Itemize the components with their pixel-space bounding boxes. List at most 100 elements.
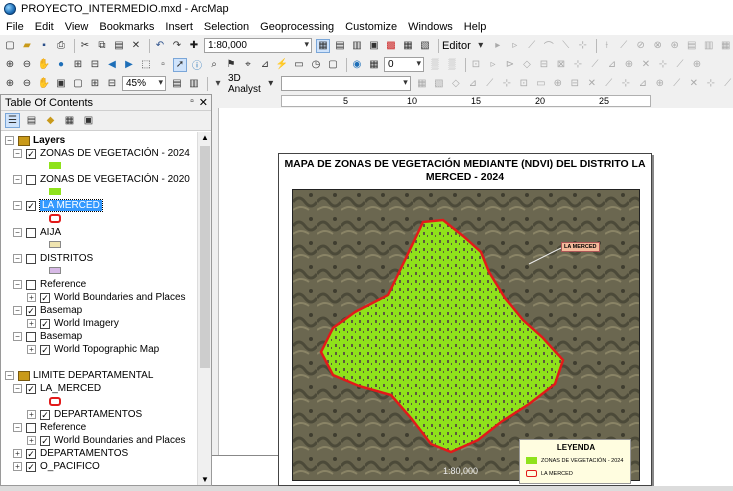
fixed-zoom-out-icon[interactable]: ⊟ [88,58,102,72]
expand-icon[interactable]: + [13,462,22,471]
data-frame[interactable]: 1:80,000 LA MERCED [292,189,640,481]
3d-tool-12-icon[interactable]: ⟋ [602,77,616,91]
menu-windows[interactable]: Windows [408,21,453,33]
cogo-4-icon[interactable]: ⊿ [605,58,619,72]
cogo-6-icon[interactable]: ✕ [639,58,653,72]
3d-tool-4-icon[interactable]: ⊿ [466,77,480,91]
edit-annotation-icon[interactable]: ▹ [508,39,522,53]
menu-help[interactable]: Help [464,21,487,33]
layer-checkbox[interactable]: ✓ [26,383,36,394]
viewer-window-icon[interactable]: ▢ [326,58,340,72]
3d-tool-11-icon[interactable]: ✕ [585,77,599,91]
split-icon[interactable]: ⊗ [651,39,665,53]
edit-tool-icon[interactable]: ▸ [491,39,505,53]
3d-tool-1-icon[interactable]: ▦ [415,77,429,91]
search-window-icon[interactable]: ▣ [367,39,381,53]
layer-checkbox[interactable] [26,253,36,264]
cogo-icon[interactable]: ⊠ [554,58,568,72]
cogo-9-icon[interactable]: ⊕ [690,58,704,72]
3d-tool-13-icon[interactable]: ⊹ [619,77,633,91]
layer-row-la-merced[interactable]: − ✓ LA MERCED [13,199,103,212]
expand-icon[interactable]: + [27,410,36,419]
expand-icon[interactable]: + [27,319,36,328]
layout-zoom-combo[interactable]: 45% [122,76,166,91]
editor-dropdown-icon[interactable]: ▾ [474,39,488,53]
3d-tool-9-icon[interactable]: ⊕ [551,77,565,91]
collapse-icon[interactable]: − [13,306,22,315]
catalog-icon[interactable]: ▥ [350,39,364,53]
menu-selection[interactable]: Selection [204,21,249,33]
3d-tool-2-icon[interactable]: ▧ [432,77,446,91]
python-window-icon[interactable]: ▦ [401,39,415,53]
frame-row-limite-departamental[interactable]: − LIMITE DEPARTAMENTAL [5,369,153,382]
arctoolbox-icon[interactable]: ▩ [384,39,398,53]
identify-icon[interactable]: ⓘ [190,58,204,72]
expand-icon[interactable]: + [27,436,36,445]
layer-row-reference-2[interactable]: − Reference [13,421,86,434]
straight-segment-icon[interactable]: ⟋ [525,39,539,53]
layer-row-world-boundaries-2[interactable]: + ✓ World Boundaries and Places [27,434,186,447]
edit-vertices-icon[interactable]: ⟊ [600,39,614,53]
map-page[interactable]: MAPA DE ZONAS DE VEGETACIÓN MEDIANTE (ND… [278,153,652,486]
layer-swipe-icon[interactable]: ▦ [367,58,381,72]
layer-row-world-boundaries[interactable]: + ✓ World Boundaries and Places [27,291,186,304]
snap-point-icon[interactable]: ▹ [486,58,500,72]
snap-edge-icon[interactable]: ⊟ [537,58,551,72]
collapse-icon[interactable]: − [13,280,22,289]
collapse-icon[interactable]: − [5,136,14,145]
map-scale-combo[interactable]: 1:80,000 [204,38,312,53]
toc-autohide-icon[interactable]: ▫ [190,96,194,109]
georef-icon[interactable]: ◉ [350,58,364,72]
3d-tool-16-icon[interactable]: ⟋ [670,77,684,91]
3d-tool-17-icon[interactable]: ✕ [687,77,701,91]
new-document-icon[interactable]: ▢ [3,39,17,53]
editor-toolbar-icon[interactable]: ▦ [316,38,330,53]
collapse-icon[interactable]: − [13,175,22,184]
select-features-icon[interactable]: ⬚ [139,58,153,72]
raster-tool-icon[interactable]: ▒ [428,58,442,72]
snap-vertex-icon[interactable]: ◇ [520,58,534,72]
layer-checkbox[interactable] [26,422,36,433]
layer-row-aija[interactable]: − AIJA [13,226,61,239]
menu-customize[interactable]: Customize [345,21,397,33]
3d-tool-18-icon[interactable]: ⊹ [704,77,718,91]
3d-tool-10-icon[interactable]: ⊟ [568,77,582,91]
go-forward-icon[interactable]: ▶ [122,58,136,72]
zoom-out-icon[interactable]: ⊖ [20,58,34,72]
add-data-icon[interactable]: ✚ [187,39,201,53]
layer-row-reference[interactable]: − Reference [13,278,86,291]
cogo-8-icon[interactable]: ⟋ [673,58,687,72]
menu-file[interactable]: File [6,21,24,33]
toc-close-icon[interactable]: ✕ [199,96,208,109]
print-icon[interactable]: ⎙ [54,39,68,53]
layers-frame-row[interactable]: − Layers [5,134,65,147]
layer-checkbox[interactable]: ✓ [26,200,36,211]
list-by-selection-icon[interactable]: ▦ [62,113,77,128]
list-by-source-icon[interactable]: ▤ [24,113,39,128]
paste-icon[interactable]: ▤ [112,39,126,53]
toc-scrollbar[interactable]: ▲ ▼ [197,132,211,485]
expand-icon[interactable]: + [27,293,36,302]
3d-tool-19-icon[interactable]: ⟋ [721,77,733,91]
html-popup-icon[interactable]: ▭ [292,58,306,72]
layer-checkbox[interactable]: ✓ [40,292,50,303]
cut-icon[interactable]: ✂ [78,39,92,53]
editor-menu[interactable]: Editor [442,40,471,52]
focus-data-frame-icon[interactable]: ▥ [187,77,201,91]
layer-row-world-topo[interactable]: + ✓ World Topographic Map [27,343,159,356]
find-icon[interactable]: ⌕ [207,58,221,72]
reshape-icon[interactable]: ⟋ [617,39,631,53]
collapse-icon[interactable]: − [13,332,22,341]
point-icon[interactable]: ⊹ [576,39,590,53]
layer-checkbox[interactable]: ✓ [26,305,36,316]
layer-row-la-merced-2[interactable]: − ✓ LA_MERCED [13,382,101,395]
hyperlink-icon[interactable]: ⚡ [275,58,289,72]
3d-tool-3-icon[interactable]: ◇ [449,77,463,91]
cogo-7-icon[interactable]: ⊹ [656,58,670,72]
layer-value-combo[interactable]: 0 [384,57,424,72]
raster-tool-2-icon[interactable]: ▒ [445,58,459,72]
layer-checkbox[interactable]: ✓ [26,148,36,159]
menu-edit[interactable]: Edit [35,21,54,33]
layer-row-basemap-topo[interactable]: − Basemap [13,330,82,343]
3d-analyst-icon[interactable]: ▾ [211,77,225,91]
